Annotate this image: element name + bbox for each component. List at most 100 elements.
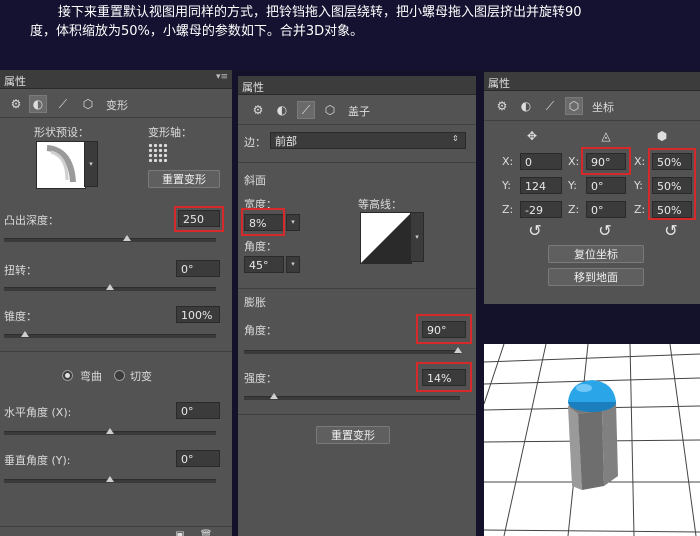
3d-scene-preview[interactable]	[484, 344, 700, 536]
cap-icon[interactable]: ⟋	[297, 101, 315, 119]
strength-label: 强度：	[244, 372, 277, 385]
properties-panel-cap: 属性 ⚙ ◐ ⟋ ⬡ 盖子 边： 前部 ⇕ 斜面 宽度： 8% ▾ 等高线： ▾…	[238, 76, 476, 536]
inflate-angle-label: 角度：	[244, 324, 277, 337]
twist-field[interactable]: 0°	[176, 260, 220, 277]
bevel-width-dropdown[interactable]: ▾	[286, 214, 300, 231]
filter-icon[interactable]: ⚙	[8, 96, 24, 112]
horizontal-angle-field[interactable]: 0°	[176, 402, 220, 419]
reset-deform-button[interactable]: 重置变形	[148, 170, 220, 188]
taper-label: 锥度：	[4, 310, 37, 323]
shape-preset-preview	[46, 145, 76, 183]
divider	[238, 288, 476, 289]
highlight-rotation-x	[581, 147, 631, 175]
properties-panel-coordinates: 属性 ⚙ ◐ ⟋ ⬡ 坐标 ✥ ◬ ⬢ X: 0 X: 90° X: 50% Y…	[484, 72, 700, 304]
section-title: 变形	[106, 99, 128, 112]
bevel-angle-dropdown[interactable]: ▾	[286, 256, 300, 273]
pos-y-label: Y:	[502, 179, 511, 192]
cap-icon[interactable]: ⟋	[542, 98, 558, 114]
deform-icon[interactable]: ◐	[29, 95, 47, 113]
panel-tab-properties[interactable]: 属性	[4, 73, 26, 89]
bend-label: 弯曲	[80, 370, 102, 383]
side-select[interactable]: 前部	[270, 132, 466, 149]
cap-icon[interactable]: ⟋	[55, 96, 71, 112]
coordinates-icon[interactable]: ⬡	[565, 97, 583, 115]
bend-radio[interactable]	[62, 370, 73, 381]
pos-z-label: Z:	[502, 203, 514, 216]
deform-axis-grid-icon[interactable]	[148, 143, 168, 163]
shape-preset-thumbnail[interactable]	[36, 141, 86, 189]
taper-slider[interactable]	[4, 331, 216, 338]
slider-knob[interactable]	[270, 393, 279, 399]
vertical-angle-label: 垂直角度 (Y):	[4, 454, 71, 467]
bevel-angle-field[interactable]: 45°	[244, 256, 284, 273]
panel-tab-properties[interactable]: 属性	[488, 75, 510, 91]
intro-line-2: 度，体积缩放为50%，小螺母的参数如下。合并3D对象。	[30, 24, 364, 39]
position-z-field[interactable]: -29	[520, 201, 562, 218]
inflate-heading: 膨胀	[244, 296, 266, 309]
reset-scale-icon[interactable]: ↺	[662, 222, 680, 240]
contour-dropdown[interactable]: ▾	[410, 212, 424, 262]
reset-deform-button[interactable]: 重置变形	[316, 426, 390, 444]
highlight-bevel-width	[241, 208, 285, 236]
panel-tab-properties[interactable]: 属性	[242, 79, 264, 95]
strength-slider[interactable]	[244, 393, 460, 400]
coordinates-icon[interactable]: ⬡	[80, 96, 96, 112]
extrude-depth-label: 凸出深度：	[4, 214, 59, 227]
vertical-angle-field[interactable]: 0°	[176, 450, 220, 467]
coordinates-icon[interactable]: ⬡	[322, 102, 338, 118]
horizontal-angle-slider[interactable]	[4, 428, 216, 435]
slider-knob[interactable]	[106, 428, 114, 434]
intro-text-block: 接下来重置默认视图用同样的方式，把铃铛拖入图层绕转，把小螺母拖入图层挤出并旋转9…	[0, 0, 700, 70]
extrude-depth-slider[interactable]	[4, 235, 216, 242]
slider-knob[interactable]	[106, 476, 114, 482]
vertical-angle-slider[interactable]	[4, 476, 216, 483]
filter-icon[interactable]: ⚙	[250, 102, 266, 118]
panel-tabbar: 属性 ▾≡	[0, 70, 232, 89]
reset-rotation-icon[interactable]: ↺	[596, 222, 614, 240]
deform-icon[interactable]: ◐	[518, 98, 534, 114]
slider-knob[interactable]	[21, 331, 30, 337]
twist-label: 扭转：	[4, 264, 37, 277]
panel-menu-icon[interactable]: ▾≡	[216, 72, 228, 82]
3d-scene-render	[484, 344, 700, 536]
taper-field[interactable]: 100%	[176, 306, 220, 323]
layer-icon[interactable]: ▣	[172, 528, 188, 536]
shape-preset-dropdown[interactable]: ▾	[84, 141, 98, 187]
move-icon: ✥	[526, 129, 538, 143]
divider	[0, 351, 232, 352]
rotation-y-field[interactable]: 0°	[586, 177, 626, 194]
reset-coordinates-button[interactable]: 复位坐标	[548, 245, 644, 263]
rot-x-label: X:	[568, 155, 580, 168]
bevel-heading: 斜面	[244, 174, 266, 187]
pos-x-label: X:	[502, 155, 514, 168]
deform-icon[interactable]: ◐	[274, 102, 290, 118]
panel-tabbar: 属性	[484, 72, 700, 91]
contour-label: 等高线：	[358, 198, 402, 211]
divider	[0, 117, 232, 118]
reset-position-icon[interactable]: ↺	[526, 222, 544, 240]
trash-icon[interactable]: 🗑	[198, 528, 214, 536]
slider-knob[interactable]	[122, 235, 131, 241]
panel-tabbar: 属性	[238, 76, 476, 95]
highlight-scale-xyz	[648, 148, 696, 220]
shear-radio[interactable]	[114, 370, 125, 381]
divider	[238, 414, 476, 415]
slider-knob[interactable]	[453, 347, 462, 353]
contour-thumbnail[interactable]	[360, 212, 412, 264]
intro-line-1: 接下来重置默认视图用同样的方式，把铃铛拖入图层绕转，把小螺母拖入图层挤出并旋转9…	[58, 5, 582, 20]
inflate-angle-slider[interactable]	[244, 347, 462, 354]
shear-label: 切变	[130, 370, 152, 383]
panel-icon-row: ⚙ ◐ ⟋ ⬡ 变形	[0, 92, 232, 116]
position-y-field[interactable]: 124	[520, 177, 562, 194]
filter-icon[interactable]: ⚙	[494, 98, 510, 114]
divider	[0, 526, 232, 527]
rotation-z-field[interactable]: 0°	[586, 201, 626, 218]
bell-cap	[568, 380, 616, 412]
twist-slider[interactable]	[4, 284, 216, 291]
side-select-arrows-icon: ⇕	[452, 134, 459, 143]
move-to-ground-button[interactable]: 移到地面	[548, 268, 644, 286]
slider-knob[interactable]	[106, 284, 114, 290]
position-x-field[interactable]: 0	[520, 153, 562, 170]
highlight-strength	[416, 362, 472, 392]
scale-x-label: X:	[634, 155, 646, 168]
